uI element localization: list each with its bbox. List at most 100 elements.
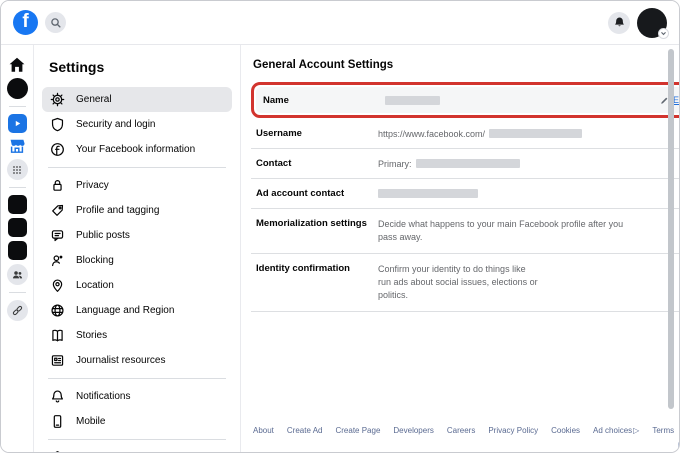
sidebar-item-public-posts[interactable]: Public posts	[42, 223, 232, 248]
row-label: Username	[256, 128, 302, 139]
settings-row-username[interactable]: Username https://www.facebook.com/ Edit	[251, 119, 679, 149]
sidebar-item-label: Location	[76, 280, 114, 291]
sidebar-item-label: Mobile	[76, 416, 106, 427]
page-body: Settings General Security and login Your…	[1, 45, 679, 452]
general-account-settings-panel: General Account Settings Name Edit Usern…	[241, 45, 679, 452]
sidebar-item-blocking[interactable]: Blocking	[42, 248, 232, 273]
sidebar-item-profile-and-tagging[interactable]: Profile and tagging	[42, 198, 232, 223]
redacted-value	[378, 189, 478, 198]
sidebar-item-label: Security and login	[76, 119, 156, 130]
contact-prefix: Primary:	[378, 158, 412, 169]
location-pin-icon	[52, 279, 63, 292]
settings-row-memorialization[interactable]: Memorialization settings Decide what hap…	[251, 209, 679, 254]
sidebar-item-label: Blocking	[76, 255, 114, 266]
sidebar-item-stories[interactable]: Stories	[42, 323, 232, 348]
cube-icon	[55, 451, 60, 452]
facebook-settings-window: f Settings General Security and login Yo…	[0, 0, 680, 453]
facebook-logo-icon[interactable]: f	[13, 10, 38, 35]
book-icon	[52, 329, 63, 342]
sidebar-item-label: Privacy	[76, 180, 109, 191]
profile-redacted-icon[interactable]	[6, 78, 28, 99]
gear-icon	[50, 92, 65, 107]
sidebar-item-label: General	[76, 94, 112, 105]
newspaper-icon	[51, 355, 64, 366]
redacted-value	[489, 129, 583, 138]
settings-row-ad-account-contact[interactable]: Ad account contact Edit	[251, 179, 679, 209]
sidebar-item-notifications[interactable]: Notifications	[42, 384, 232, 409]
menu-grid-icon[interactable]	[6, 159, 28, 180]
profile-avatar[interactable]	[637, 7, 669, 39]
row-description: Confirm your identity to do things like …	[378, 264, 538, 300]
facebook-circle-icon	[51, 143, 64, 156]
bell-icon	[614, 17, 624, 27]
vertical-scrollbar[interactable]	[668, 49, 674, 409]
link-icon[interactable]	[6, 300, 28, 321]
footer-link-privacy-policy[interactable]: Privacy Policy	[488, 426, 538, 435]
groups-icon[interactable]	[6, 264, 28, 285]
sidebar-item-label: Public posts	[76, 230, 130, 241]
tag-icon	[52, 204, 64, 216]
settings-row-identity-confirmation[interactable]: Identity confirmation Confirm your ident…	[251, 254, 679, 312]
sidebar-item-apps-and-websites[interactable]: Apps and Websites	[42, 445, 232, 452]
footer-link-terms[interactable]: Terms	[652, 426, 674, 435]
rail-divider	[8, 106, 26, 107]
url-prefix: https://www.facebook.com/	[378, 128, 486, 139]
search-button[interactable]	[45, 12, 66, 33]
sidebar-divider	[48, 439, 226, 440]
chevron-down-icon	[658, 27, 669, 39]
row-label: Name	[263, 94, 289, 106]
sidebar-item-general[interactable]: General	[42, 87, 232, 112]
home-icon[interactable]	[8, 56, 26, 74]
sidebar-item-label: Stories	[76, 330, 108, 341]
sidebar-item-label: Journalist resources	[76, 355, 166, 366]
shortcut-redacted-icon[interactable]	[7, 195, 27, 214]
sidebar-item-journalist-resources[interactable]: Journalist resources	[42, 348, 232, 373]
shortcut-redacted-icon[interactable]	[7, 241, 27, 260]
language-selector-button[interactable]	[677, 441, 679, 452]
lock-icon	[53, 180, 62, 191]
row-label: Identity confirmation	[256, 263, 350, 274]
shortcut-redacted-icon[interactable]	[7, 218, 27, 237]
page-title: General Account Settings	[253, 59, 394, 71]
row-label: Contact	[256, 158, 292, 169]
footer-link-cookies[interactable]: Cookies	[551, 426, 580, 435]
top-navigation-bar: f	[1, 1, 679, 45]
footer-link-developers[interactable]: Developers	[393, 426, 433, 435]
speech-bubble-icon	[51, 230, 64, 242]
sidebar-divider	[48, 378, 226, 379]
left-icon-rail	[1, 45, 34, 452]
sidebar-item-language-and-region[interactable]: Language and Region	[42, 298, 232, 323]
watch-icon[interactable]	[7, 114, 27, 133]
marketplace-icon[interactable]	[8, 137, 26, 155]
sidebar-item-your-facebook-information[interactable]: Your Facebook information	[42, 137, 232, 162]
sidebar-item-privacy[interactable]: Privacy	[42, 173, 232, 198]
sidebar-divider	[48, 167, 226, 168]
redacted-value	[385, 95, 440, 105]
bell-outline-icon	[52, 390, 63, 403]
sidebar-item-label: Profile and tagging	[76, 205, 160, 216]
adchoices-icon: ▷	[633, 426, 640, 435]
footer-link-ad-choices[interactable]: Ad choices ▷	[593, 426, 639, 435]
row-value: https://www.facebook.com/	[378, 129, 679, 139]
blocked-person-icon	[52, 255, 63, 267]
footer-links: About Create Ad Create Page Developers C…	[251, 426, 679, 435]
row-label: Ad account contact	[256, 188, 345, 199]
globe-icon	[51, 304, 64, 317]
settings-row-name[interactable]: Name Edit	[256, 87, 679, 113]
settings-sidebar: Settings General Security and login Your…	[34, 45, 241, 452]
sidebar-item-location[interactable]: Location	[42, 273, 232, 298]
sidebar-item-mobile[interactable]: Mobile	[42, 409, 232, 434]
phone-icon	[53, 415, 62, 428]
sidebar-item-security-and-login[interactable]: Security and login	[42, 112, 232, 137]
search-icon	[50, 17, 61, 28]
rail-divider	[8, 292, 26, 293]
footer-link-about[interactable]: About	[253, 426, 274, 435]
row-description: Decide what happens to your main Faceboo…	[378, 219, 624, 242]
footer-link-careers[interactable]: Careers	[447, 426, 475, 435]
sidebar-item-label: Language and Region	[76, 305, 175, 316]
footer-link-create-page[interactable]: Create Page	[335, 426, 380, 435]
settings-row-contact[interactable]: Contact Primary: Edit	[251, 149, 679, 179]
sidebar-item-label: Notifications	[76, 391, 131, 402]
notifications-button[interactable]	[608, 11, 630, 34]
footer-link-create-ad[interactable]: Create Ad	[287, 426, 323, 435]
